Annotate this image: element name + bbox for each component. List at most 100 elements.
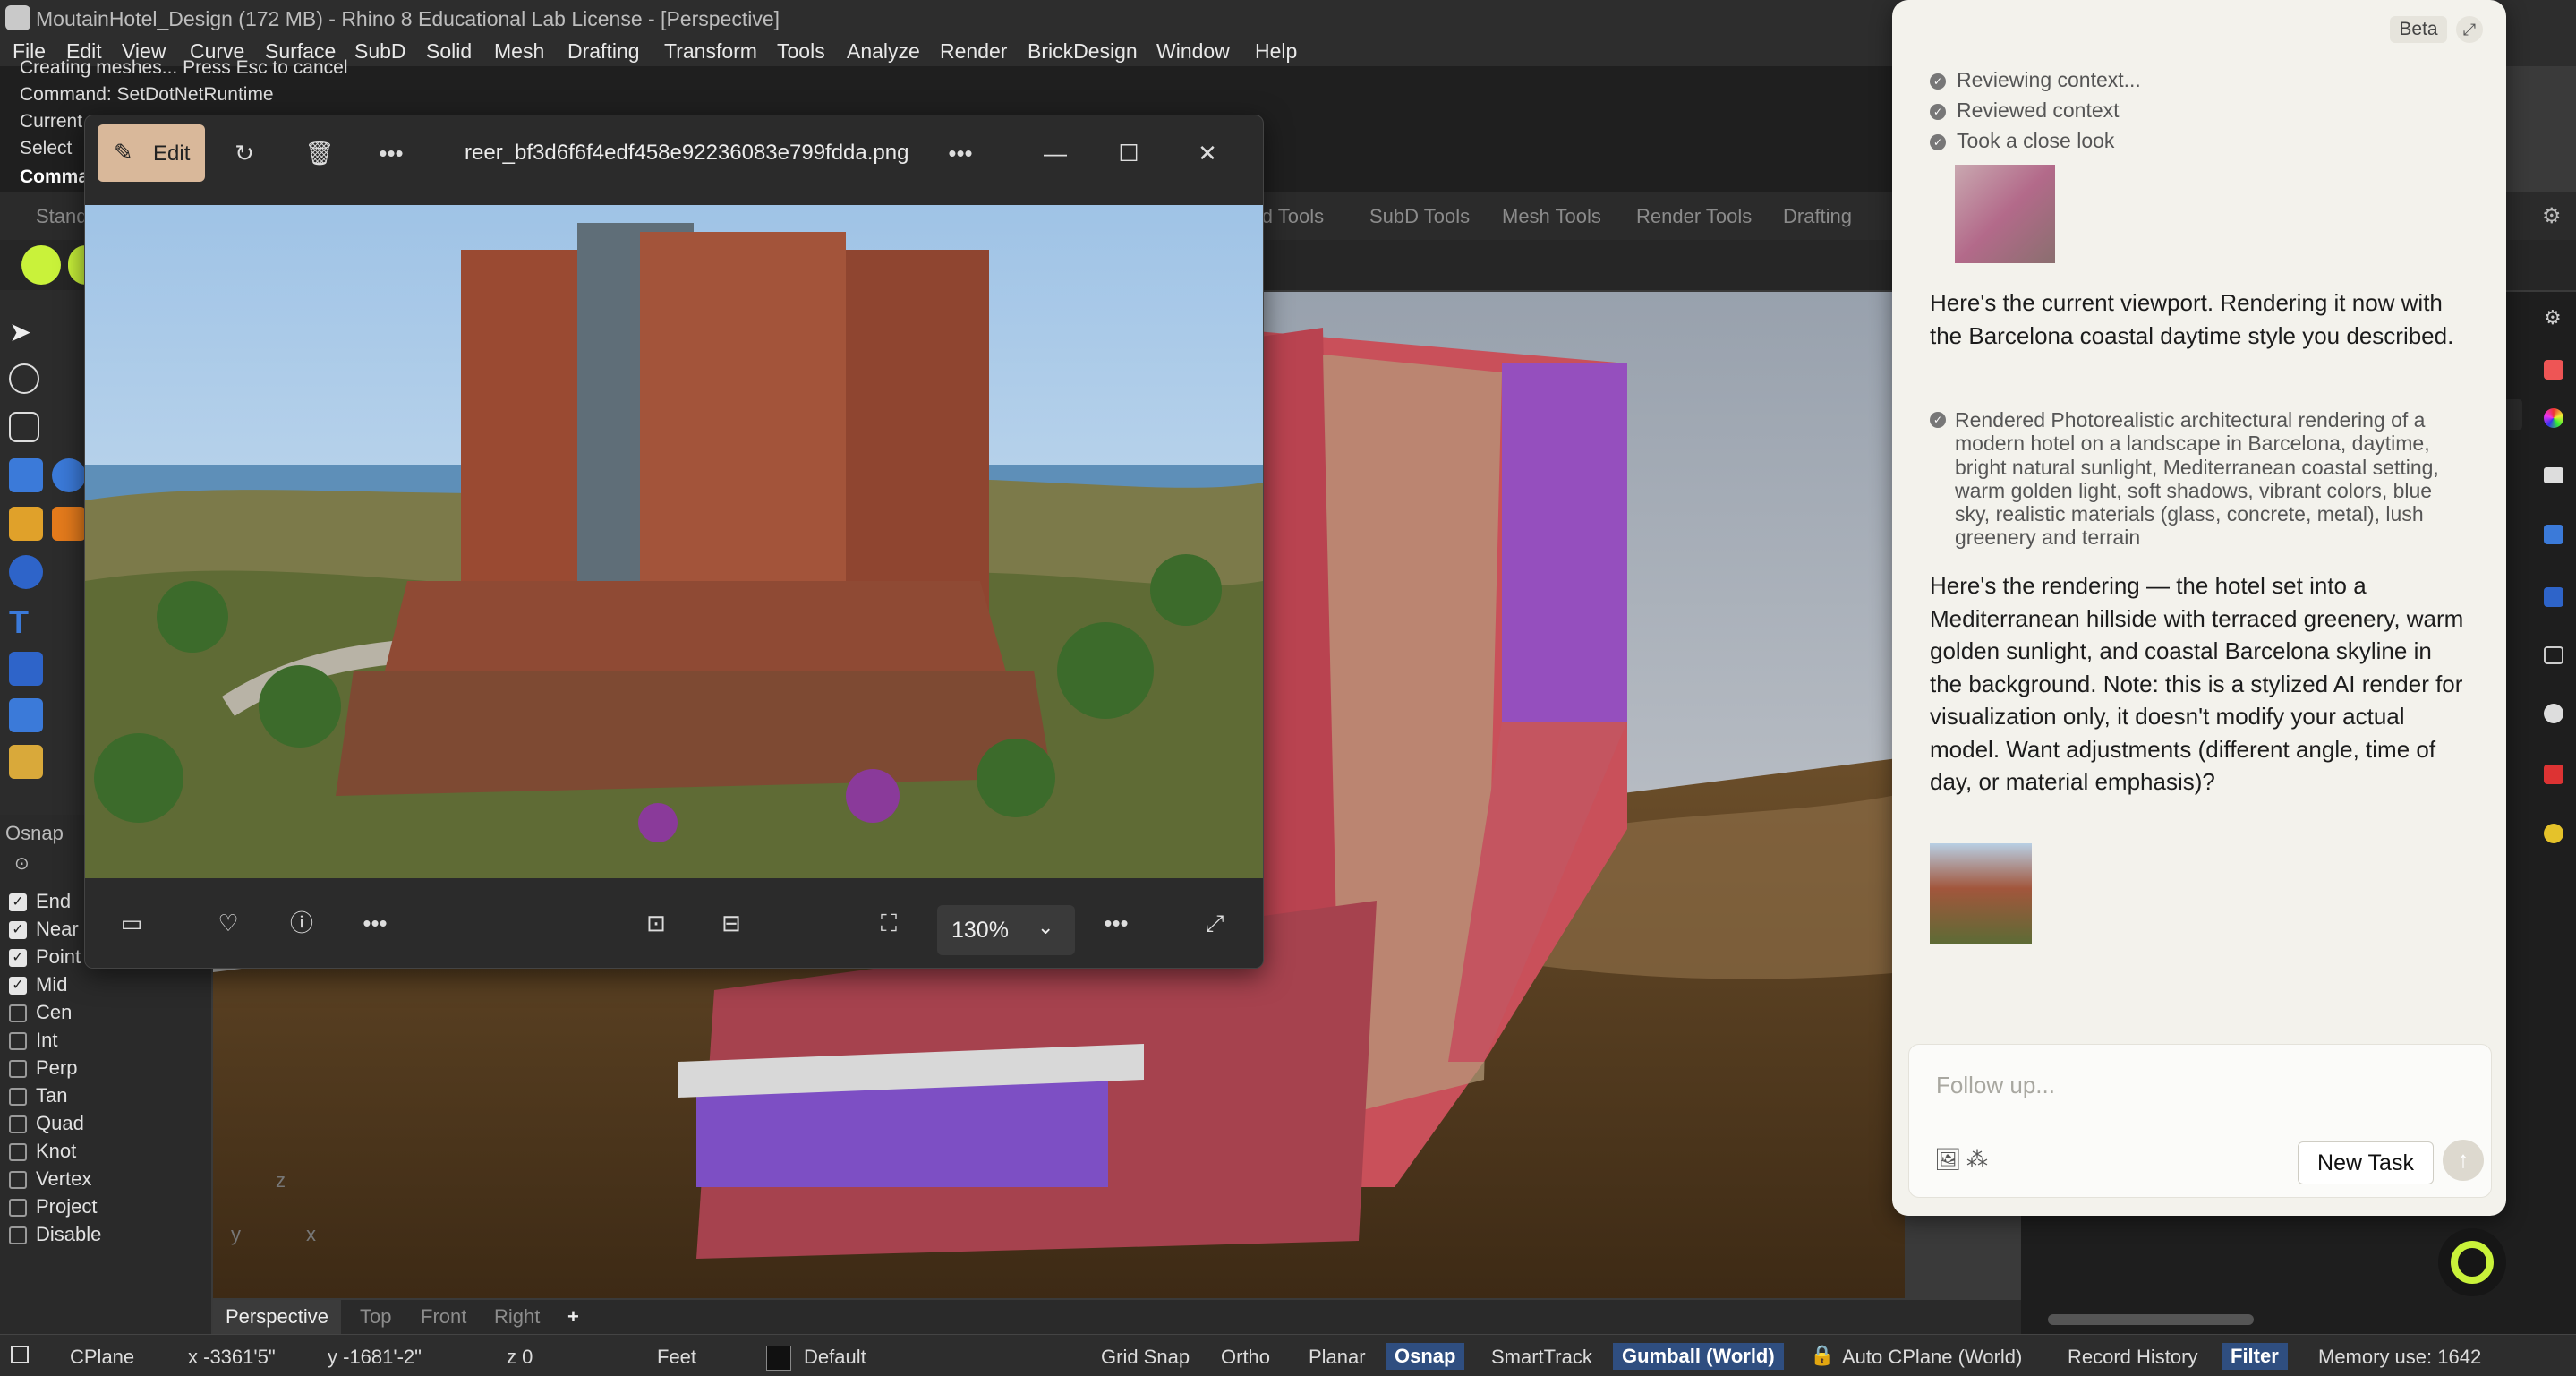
osnap-option[interactable]: Perp — [9, 1056, 77, 1080]
fit-window-icon[interactable]: ⛶ — [867, 902, 910, 944]
camera-icon[interactable] — [2544, 646, 2563, 664]
layer-color-swatch[interactable] — [766, 1346, 791, 1371]
gumball-toggle[interactable]: Gumball (World) — [1613, 1343, 1784, 1370]
osnap-option[interactable]: ✓ Mid — [9, 973, 67, 996]
checkbox[interactable] — [9, 1143, 27, 1162]
circle-icon[interactable] — [9, 363, 39, 394]
solid-tools-icon[interactable] — [9, 652, 43, 686]
tab-render-tools[interactable]: Render Tools — [1636, 205, 1752, 228]
osnap-option[interactable]: ✓ End — [9, 890, 71, 913]
more-icon[interactable]: ••• — [939, 132, 982, 175]
tab-standard[interactable]: Stand — [36, 205, 88, 228]
checkbox[interactable]: ✓ — [9, 949, 27, 968]
ortho-toggle[interactable]: Ortho — [1221, 1346, 1270, 1369]
checkbox[interactable] — [9, 1060, 27, 1079]
record-history-toggle[interactable]: Record History — [2068, 1346, 2197, 1369]
close-icon[interactable]: ✕ — [1186, 132, 1229, 175]
status-units[interactable]: Feet — [657, 1346, 696, 1369]
menu-render[interactable]: Render — [940, 39, 1007, 64]
gear-icon[interactable]: ⚙ — [2544, 306, 2563, 329]
visual-search-icon[interactable]: ⊡ — [635, 902, 678, 944]
rendering-thumbnail[interactable] — [1930, 843, 2032, 944]
analyze-icon[interactable] — [52, 507, 86, 541]
color-wheel-icon[interactable] — [2544, 408, 2563, 428]
osnap-toggle[interactable]: Osnap — [1386, 1343, 1465, 1370]
tab-mesh-tools[interactable]: Mesh Tools — [1502, 205, 1601, 228]
maximize-icon[interactable]: ☐ — [1107, 132, 1150, 175]
menu-subd[interactable]: SubD — [354, 39, 406, 64]
grid-snap-toggle[interactable]: Grid Snap — [1101, 1346, 1190, 1369]
minimize-icon[interactable]: — — [1034, 132, 1077, 175]
menu-analyze[interactable]: Analyze — [847, 39, 920, 64]
light-icon[interactable] — [2544, 824, 2563, 843]
checkbox[interactable] — [9, 1115, 27, 1134]
text-icon[interactable]: T — [9, 603, 43, 640]
brand-logo-icon[interactable] — [68, 245, 86, 285]
checkbox[interactable] — [9, 1004, 27, 1023]
fullscreen-icon[interactable]: ⤢ — [1193, 902, 1236, 944]
transform-icon[interactable] — [9, 507, 43, 541]
tab-subd-tools[interactable]: SubD Tools — [1369, 205, 1470, 228]
named-view-icon[interactable] — [2544, 704, 2563, 723]
more-icon[interactable]: ••• — [1095, 902, 1138, 944]
more-icon[interactable]: ••• — [370, 132, 413, 175]
surface-tools-icon[interactable] — [9, 698, 43, 732]
materials-icon[interactable] — [2544, 360, 2563, 380]
osnap-option[interactable]: ✓ Near — [9, 918, 79, 941]
polygon-icon[interactable] — [9, 412, 39, 442]
menu-solid[interactable]: Solid — [426, 39, 472, 64]
new-task-button[interactable]: New Task — [2298, 1141, 2434, 1184]
tab-drafting[interactable]: Drafting — [1783, 205, 1852, 228]
osnap-target-icon[interactable]: ⊙ — [14, 852, 50, 876]
checkbox[interactable] — [9, 1171, 27, 1190]
display-icon[interactable] — [2544, 467, 2563, 483]
zoom-select[interactable]: 130% ⌄ — [937, 905, 1075, 955]
checkbox[interactable] — [9, 1226, 27, 1245]
gear-icon[interactable]: ⚙ — [2542, 203, 2562, 229]
help-icon[interactable] — [2544, 525, 2563, 544]
tab-right[interactable]: Right — [494, 1305, 540, 1329]
panel-scrollbar[interactable] — [2048, 1314, 2254, 1325]
tab-top[interactable]: Top — [360, 1305, 391, 1329]
osnap-option[interactable]: Tan — [9, 1084, 67, 1107]
osnap-option[interactable]: Vertex — [9, 1167, 91, 1191]
lock-icon[interactable]: 🔒 — [1810, 1344, 1834, 1367]
filter-toggle[interactable]: Filter — [2222, 1343, 2288, 1370]
osnap-option[interactable]: Quad — [9, 1112, 84, 1135]
tab-perspective[interactable]: Perspective — [213, 1300, 341, 1334]
osnap-option[interactable]: Int — [9, 1029, 57, 1052]
osnap-option[interactable]: ✓ Point — [9, 945, 81, 969]
planar-toggle[interactable]: Planar — [1309, 1346, 1366, 1369]
menu-transform[interactable]: Transform — [664, 39, 757, 64]
checkbox[interactable] — [9, 1032, 27, 1051]
text-scan-icon[interactable]: ⊟ — [710, 902, 753, 944]
boolean-icon[interactable] — [9, 555, 43, 589]
checkbox[interactable]: ✓ — [9, 977, 27, 996]
viewport-thumbnail[interactable] — [1955, 165, 2055, 263]
checkbox[interactable]: ✓ — [9, 921, 27, 940]
delete-icon[interactable]: 🗑 — [298, 132, 341, 175]
rotate-icon[interactable]: ↻ — [223, 132, 266, 175]
favorite-heart-icon[interactable]: ♡ — [207, 902, 250, 944]
osnap-option[interactable]: Disable — [9, 1223, 101, 1246]
assistant-launcher-button[interactable] — [2438, 1228, 2506, 1296]
checkbox[interactable] — [9, 1199, 27, 1218]
layers-icon[interactable] — [2544, 587, 2563, 607]
box-icon[interactable] — [9, 458, 43, 492]
command-prompt[interactable]: Comma — [20, 167, 89, 188]
osnap-option[interactable]: Knot — [9, 1140, 76, 1163]
menu-help[interactable]: Help — [1255, 39, 1297, 64]
menu-mesh[interactable]: Mesh — [494, 39, 544, 64]
style-shapes-icon[interactable]: ⁂ — [1966, 1147, 1988, 1173]
followup-input[interactable]: Follow up... — [1936, 1072, 2055, 1099]
auto-cplane-toggle[interactable]: Auto CPlane (World) — [1842, 1346, 2022, 1369]
panel-toggle-icon[interactable] — [11, 1346, 29, 1363]
info-icon[interactable]: ⓘ — [280, 902, 323, 944]
paint-icon[interactable] — [9, 745, 43, 779]
expand-icon[interactable]: ⤢ — [2456, 16, 2483, 43]
status-layer[interactable]: Default — [804, 1346, 866, 1369]
menu-window[interactable]: Window — [1156, 39, 1230, 64]
smarttrack-toggle[interactable]: SmartTrack — [1491, 1346, 1592, 1369]
edit-button[interactable]: ✎ Edit — [98, 124, 205, 182]
send-arrow-icon[interactable]: ↑ — [2443, 1140, 2484, 1181]
